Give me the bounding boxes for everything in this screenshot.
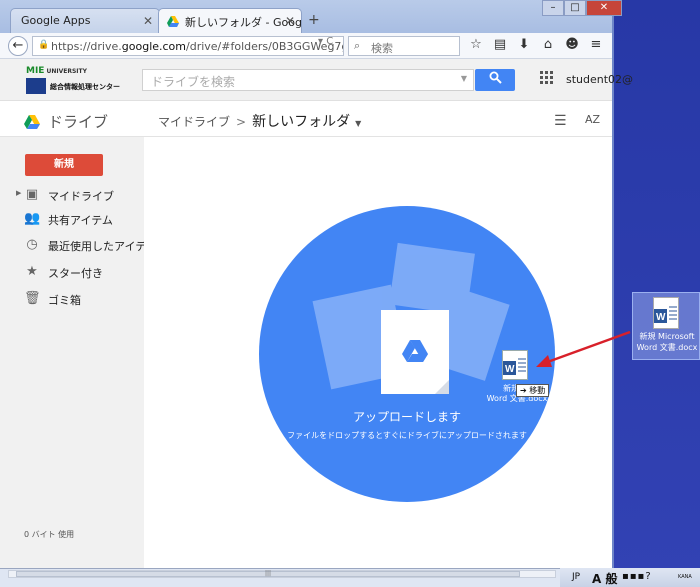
breadcrumb-my-drive[interactable]: マイドライブ	[158, 115, 230, 129]
sidebar-item-my-drive[interactable]: ▶ ▣ マイドライブ	[0, 184, 144, 206]
desktop-file-name-line1: 新規 Microsoft	[639, 332, 695, 341]
tab-close-icon[interactable]: ✕	[143, 14, 153, 28]
window-controls: – □ ✕	[542, 0, 622, 18]
lock-icon: 🔒	[38, 40, 50, 50]
word-document-icon: W	[502, 350, 528, 380]
bookmark-star-icon[interactable]: ☆	[468, 37, 484, 52]
people-icon: 👥	[24, 211, 41, 226]
drive-brand[interactable]: ドライブ	[24, 111, 108, 132]
logo-center-name: 総合情報処理センター	[50, 83, 120, 91]
breadcrumb-separator: >	[236, 115, 247, 129]
horizontal-scrollbar[interactable]: |||	[0, 568, 560, 578]
list-view-icon[interactable]: ☰	[554, 113, 567, 129]
sidebar-item-label: 最近使用したアイテム	[48, 240, 157, 253]
drive-search-button[interactable]	[475, 69, 515, 91]
tab-close-icon[interactable]: ✕	[285, 14, 295, 28]
tab-new-folder[interactable]: 新しいフォルダ - Google... ✕	[158, 8, 302, 33]
minimize-button[interactable]: –	[542, 0, 564, 16]
move-arrow-icon: ➔	[520, 386, 530, 395]
browser-search-placeholder: 検索	[371, 42, 393, 55]
home-icon[interactable]: ⌂	[540, 37, 556, 52]
chat-icon[interactable]: ☻	[564, 37, 580, 52]
logo-mie: MIE	[26, 66, 45, 76]
tray-clock: KANA	[678, 574, 692, 580]
drive-logo-icon	[24, 115, 40, 129]
system-tray: JP A 般 ▪▪▪? KANA	[560, 568, 700, 587]
new-tab-button[interactable]: +	[308, 12, 320, 28]
tab-google-apps[interactable]: Google Apps ✕	[10, 8, 160, 33]
star-icon: ★	[26, 264, 38, 279]
drive-search-placeholder: ドライブを検索	[151, 75, 236, 89]
back-button[interactable]: ←	[8, 36, 28, 56]
breadcrumb: マイドライブ > 新しいフォルダ ▼	[158, 111, 361, 131]
download-icon[interactable]: ⬇	[516, 37, 532, 52]
clock-icon: ◷	[26, 237, 38, 252]
reading-list-icon[interactable]: ▤	[492, 37, 508, 52]
maximize-button[interactable]: □	[564, 0, 586, 16]
search-icon: ⌕	[354, 39, 361, 52]
tray-icons[interactable]: ▪▪▪?	[622, 571, 652, 582]
word-document-icon: W	[653, 297, 679, 329]
tab-label: Google Apps	[21, 14, 91, 27]
language-indicator[interactable]: JP	[572, 572, 580, 582]
desktop-word-file[interactable]: W 新規 Microsoft Word 文書.docx	[632, 292, 700, 360]
drive-header: MIE UNIVERSITY 総合情報処理センター ドライブを検索 ▼ stude…	[0, 59, 633, 101]
sidebar-item-starred[interactable]: ★ スター付き	[0, 261, 144, 283]
breadcrumb-current-folder[interactable]: 新しいフォルダ	[252, 114, 350, 130]
university-logo[interactable]: MIE UNIVERSITY 総合情報処理センター	[26, 66, 128, 96]
sidebar-item-shared[interactable]: 👥 共有アイテム	[0, 208, 144, 230]
sidebar-item-label: ゴミ箱	[48, 294, 81, 307]
reload-icon[interactable]: ▾ C	[318, 36, 333, 47]
close-window-button[interactable]: ✕	[586, 0, 622, 16]
sidebar-item-trash[interactable]: 🗑 ゴミ箱	[0, 288, 144, 310]
drive-subheader: ドライブ マイドライブ > 新しいフォルダ ▼ ☰ AZ	[0, 101, 612, 137]
storage-usage: 0 バイト 使用	[24, 530, 75, 539]
logo-university-sub: UNIVERSITY	[46, 68, 87, 75]
tab-strip: Google Apps ✕ 新しいフォルダ - Google... ✕ + – …	[0, 0, 622, 33]
drive-folder-icon: ▣	[25, 187, 39, 202]
new-button[interactable]: 新規	[25, 154, 103, 176]
svg-text:W: W	[505, 364, 515, 375]
upload-subtitle: ファイルをドロップするとすぐにドライブにアップロードされます	[287, 431, 527, 440]
sidebar-item-label: スター付き	[48, 267, 103, 280]
menu-icon[interactable]: ≡	[588, 37, 604, 52]
url-prefix: https://drive.	[51, 40, 122, 53]
url-host: google.com	[121, 40, 187, 53]
sort-button[interactable]: AZ	[585, 113, 600, 126]
drive-search-input[interactable]: ドライブを検索 ▼	[142, 69, 474, 91]
upload-title: アップロードします	[352, 410, 461, 424]
move-tooltip: ➔ 移動	[516, 384, 550, 397]
ime-mode[interactable]: A 般	[592, 570, 617, 587]
trash-icon: 🗑	[24, 291, 41, 306]
toolbar-icons: ☆ ▤ ⬇ ⌂ ☻ ≡	[468, 37, 604, 52]
user-account[interactable]: student02@	[566, 73, 633, 86]
search-icon	[489, 71, 502, 84]
svg-text:W: W	[656, 312, 666, 323]
sidebar-item-label: マイドライブ	[48, 190, 114, 203]
drive-brand-label: ドライブ	[48, 113, 109, 131]
sidebar: 新規 ▶ ▣ マイドライブ 👥 共有アイテム ◷ 最近使用したアイテム ★ スタ…	[0, 137, 157, 568]
desktop-file-name-line2: Word 文書.docx	[636, 343, 698, 352]
scrollbar-thumb[interactable]: |||	[16, 571, 520, 577]
folder-menu-icon[interactable]: ▼	[355, 119, 361, 128]
apps-grid-icon[interactable]	[540, 71, 554, 85]
navigation-bar: ← 🔒 https://drive.google.com/drive/#folde…	[0, 33, 612, 59]
logo-mark	[26, 78, 46, 94]
red-pointer-arrow	[536, 330, 631, 367]
browser-search-input[interactable]: ⌕ 検索	[348, 36, 460, 56]
sidebar-item-label: 共有アイテム	[48, 214, 113, 227]
move-tooltip-label: 移動	[529, 386, 546, 395]
drive-favicon-icon	[167, 16, 179, 27]
expand-arrow-icon[interactable]: ▶	[16, 189, 21, 197]
search-options-icon[interactable]: ▼	[461, 74, 467, 83]
address-bar[interactable]: 🔒 https://drive.google.com/drive/#folders…	[32, 36, 344, 56]
sidebar-item-recent[interactable]: ◷ 最近使用したアイテム	[0, 234, 157, 256]
